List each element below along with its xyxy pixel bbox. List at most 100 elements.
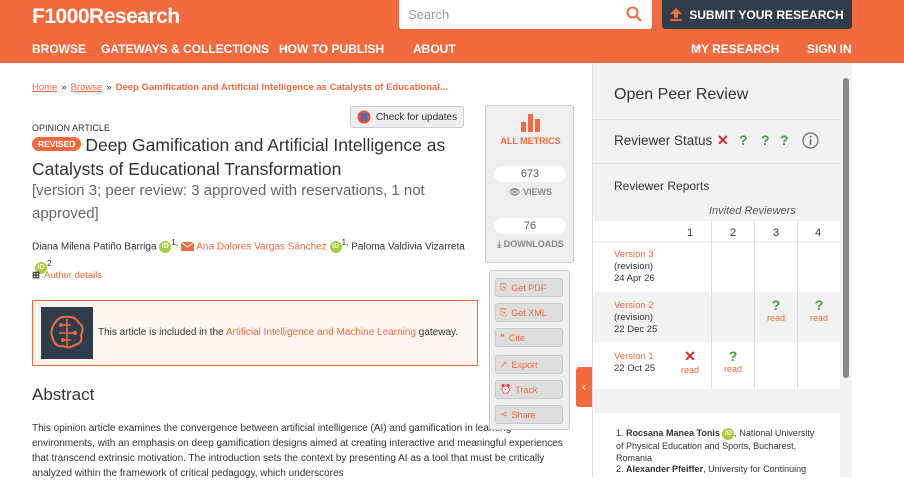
approved-reservations-icon: ? <box>771 297 781 313</box>
ai-brain-icon[interactable] <box>41 307 93 359</box>
approved-reservations-icon: ? <box>728 348 738 364</box>
xml-icon: ⎘ <box>500 307 508 317</box>
gateway-text: This article is included in the Artifici… <box>98 327 458 338</box>
article-tools: ⎘ Get PDF ⎘ Get XML ❝ Cite ↗ Export ⏰ Track ⋖… <box>489 270 570 430</box>
search-icon[interactable] <box>626 6 642 22</box>
article-title-text: Deep Gamification and Artificial Intelli… <box>32 135 446 179</box>
author-affiliation: 1, <box>171 237 179 247</box>
reviewer-list: 1. Rocsana Manea Tonis iD, National Univ… <box>593 413 841 477</box>
nav-browse[interactable]: BROWSE <box>32 42 86 56</box>
reviewer-number: 1. <box>616 428 624 438</box>
nav-how-label: HOW TO PUBLISH <box>279 42 385 56</box>
all-metrics-link[interactable]: ALL METRICS <box>486 136 575 146</box>
reviewer-item: 2. Alexander Pfeiffer, University for Co… <box>616 463 821 475</box>
review-cell-v1-r2[interactable]: ? read <box>713 348 753 374</box>
read-link[interactable]: read <box>713 364 753 374</box>
breadcrumb-home[interactable]: Home <box>32 82 57 93</box>
downloads-label-text: DOWNLOADS <box>503 239 564 249</box>
version-2-link[interactable]: Version 2 <box>614 300 654 311</box>
version-1-date: 22 Oct 25 <box>614 363 656 374</box>
export-label: Export <box>511 359 538 370</box>
nav-sign-in[interactable]: SIGN IN <box>807 42 852 56</box>
author-affiliation: 2 <box>47 258 52 269</box>
submit-research-button[interactable]: SUBMIT YOUR RESEARCH <box>662 0 852 29</box>
read-link[interactable]: read <box>799 313 839 323</box>
bar-chart-icon <box>521 114 540 132</box>
views-count: 673 <box>494 166 566 182</box>
nav-gateways[interactable]: GATEWAYS & COLLECTIONS <box>101 42 269 56</box>
author-name[interactable]: Diana Milena Patiño Barriga <box>32 241 157 252</box>
version-3-date: 24 Apr 26 <box>614 273 655 284</box>
invited-reviewers-label: Invited Reviewers <box>709 205 796 217</box>
breadcrumb: Home» Browse» Deep Gamification and Artifi… <box>32 82 448 93</box>
reviewer-name[interactable]: Rocsana Manea Tonis <box>626 428 720 438</box>
downloads-label: ⤓ DOWNLOADS <box>486 239 575 250</box>
author-name-corresponding[interactable]: Ana Dolores Vargas Sánchez <box>196 241 326 252</box>
read-link[interactable]: read <box>756 313 796 323</box>
check-updates-label: Check for updates <box>375 111 458 123</box>
review-cell-v2-r3[interactable]: ? read <box>756 297 796 323</box>
version-1-row[interactable]: Version 1 22 Oct 25 <box>614 351 655 375</box>
author-details-label: Author details <box>43 270 103 281</box>
chevron-left-icon: ‹ <box>582 380 586 394</box>
quote-icon: ❝ <box>500 332 505 342</box>
scrollbar-thumb[interactable] <box>843 78 849 378</box>
not-approved-icon: ✕ <box>684 348 696 364</box>
article-title: REVISED Deep Gamification and Artificial … <box>32 134 472 181</box>
orcid-icon[interactable]: iD <box>329 240 342 253</box>
email-icon[interactable] <box>180 241 195 252</box>
track-button[interactable]: ⏰ Track <box>495 380 563 399</box>
metrics-panel[interactable]: ALL METRICS 673 👁 VIEWS 76 ⤓ DOWNLOADS <box>485 105 574 263</box>
header: F1000Research Search SUBMIT YOUR RESEARC… <box>0 0 904 63</box>
author-name[interactable]: Paloma Valdivia Vizarreta <box>351 241 465 252</box>
breadcrumb-current[interactable]: Deep Gamification and Artificial Intelli… <box>116 82 448 93</box>
approved-reservations-icon: ? <box>761 132 770 148</box>
author-affiliation: 1, <box>341 237 349 247</box>
breadcrumb-browse[interactable]: Browse <box>71 82 103 93</box>
check-for-updates-button[interactable]: Check for updates <box>350 106 464 128</box>
get-pdf-label: Get PDF <box>511 282 547 293</box>
views-label-text: VIEWS <box>522 187 552 197</box>
reviewer-name[interactable]: Alexander Pfeiffer <box>626 464 703 474</box>
review-cell-v1-r1[interactable]: ✕ read <box>670 348 710 375</box>
reviewer-reports-label: Reviewer Reports <box>614 179 710 193</box>
share-label: Share <box>511 409 536 420</box>
version-3-link[interactable]: Version 3 <box>614 249 654 260</box>
abstract-text: This opinion article examines the conver… <box>32 423 563 479</box>
gateway-suffix: gateway. <box>418 327 459 338</box>
search-box[interactable]: Search <box>399 0 652 29</box>
gateway-link[interactable]: Artificial Intelligence and Machine Lear… <box>226 327 416 338</box>
track-label: Track <box>515 384 538 395</box>
orcid-icon[interactable]: iD <box>159 240 172 253</box>
reviewer-col-1: 1 <box>687 227 694 239</box>
crossmark-icon <box>357 110 371 124</box>
share-button[interactable]: ⋖ Share <box>495 405 563 424</box>
reviewer-status-label: Reviewer Status <box>614 133 713 148</box>
export-button[interactable]: ↗ Export <box>495 355 563 374</box>
f1000-logo[interactable]: F1000Research <box>32 5 180 29</box>
not-approved-icon: ✕ <box>717 132 729 148</box>
author-details-toggle[interactable]: ⊞ Author details <box>32 270 102 281</box>
search-input[interactable]: Search <box>408 7 449 22</box>
version-1-link[interactable]: Version 1 <box>614 351 654 362</box>
chevron-down-icon: ⌵ <box>417 42 424 51</box>
collapse-review-panel-button[interactable]: ‹ <box>576 367 592 407</box>
eye-icon: 👁 <box>509 187 521 197</box>
get-xml-button[interactable]: ⎘ Get XML <box>495 303 563 322</box>
cite-button[interactable]: ❝ Cite <box>495 328 563 347</box>
review-cell-v2-r4[interactable]: ? read <box>799 297 839 323</box>
submit-label: SUBMIT YOUR RESEARCH <box>689 7 844 22</box>
get-pdf-button[interactable]: ⎘ Get PDF <box>495 278 563 297</box>
peer-review-title: Open Peer Review <box>614 86 749 103</box>
version-3-row[interactable]: Version 3 (revision) 24 Apr 26 <box>614 249 655 285</box>
reviewer-col-3: 3 <box>773 227 780 239</box>
approved-reservations-icon: ? <box>739 132 748 148</box>
approved-reservations-icon: ? <box>814 297 824 313</box>
version-2-date: 22 Dec 25 <box>614 324 658 335</box>
read-link[interactable]: read <box>670 365 710 375</box>
version-2-row[interactable]: Version 2 (revision) 22 Dec 25 <box>614 300 657 336</box>
info-icon[interactable] <box>802 132 819 149</box>
gateway-box: This article is included in the Artifici… <box>32 300 478 366</box>
orcid-icon[interactable]: iD <box>722 427 735 440</box>
abstract-heading: Abstract <box>32 385 95 404</box>
